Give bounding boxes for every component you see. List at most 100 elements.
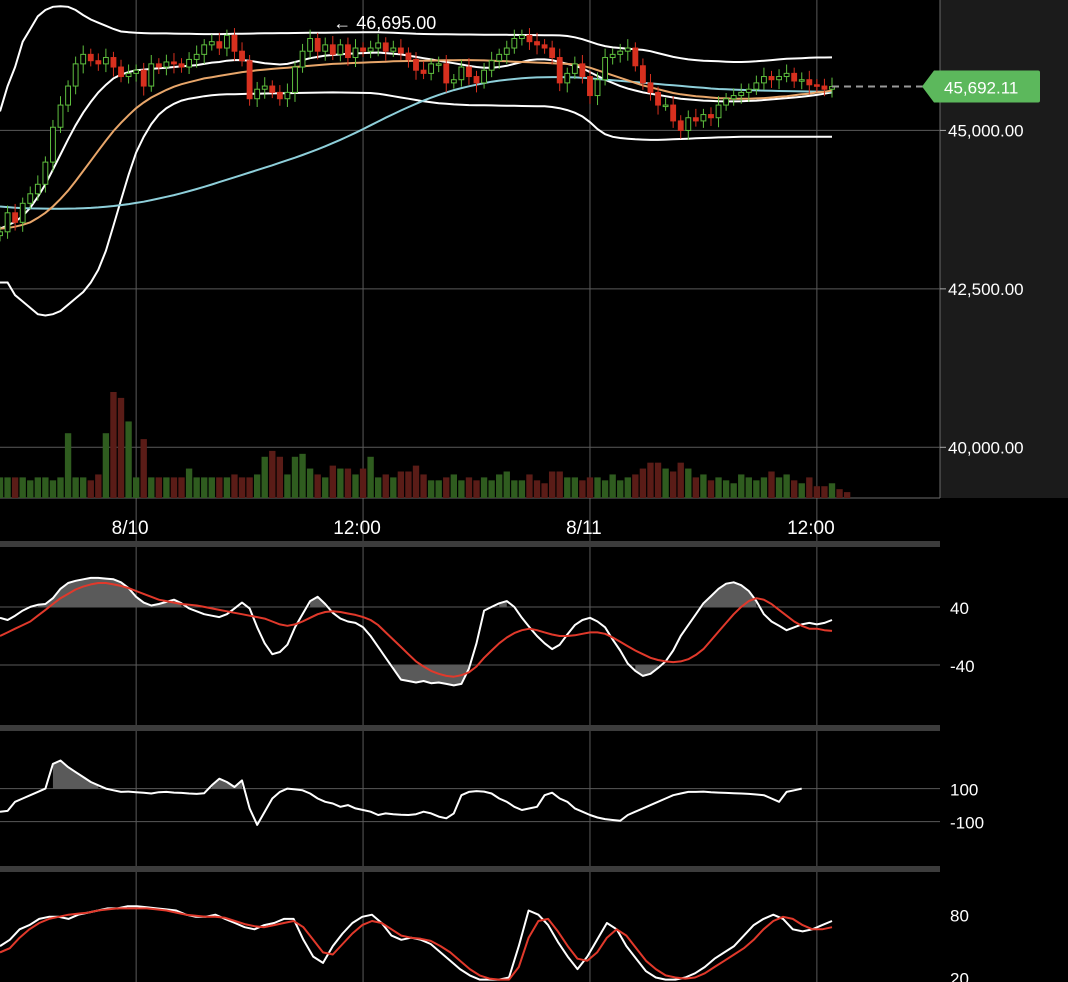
candle-body xyxy=(65,85,71,106)
volume-bar xyxy=(745,477,752,498)
volume-bar xyxy=(654,462,662,498)
volume-bar xyxy=(677,462,684,498)
candle-body xyxy=(798,79,805,82)
candle-body xyxy=(118,66,124,78)
candle-body xyxy=(821,85,828,90)
candle-body xyxy=(367,47,374,52)
candle-body xyxy=(692,117,699,122)
candle-body xyxy=(624,47,631,52)
candle-body xyxy=(307,38,314,52)
volume-bar xyxy=(72,477,79,498)
candle-body xyxy=(87,53,94,62)
candle-body xyxy=(299,50,306,68)
candle-body xyxy=(776,76,782,81)
volume-bar xyxy=(662,468,669,498)
volume-bar xyxy=(511,480,518,498)
volume-bar xyxy=(382,474,389,498)
candle-body xyxy=(662,104,669,108)
volume-bar xyxy=(276,456,284,498)
candle-body xyxy=(549,47,556,59)
candle-body xyxy=(163,61,170,68)
candle-body xyxy=(193,53,200,60)
candle-body xyxy=(254,88,261,100)
volume-bar xyxy=(246,477,253,498)
candle-body xyxy=(708,114,714,119)
volume-bar xyxy=(223,477,231,498)
candle-body xyxy=(269,85,276,93)
volume-bar xyxy=(783,474,790,498)
volume-bar xyxy=(496,474,503,498)
volume-bar xyxy=(375,477,382,498)
candle-body xyxy=(0,231,3,237)
candle-body xyxy=(730,95,737,100)
candle-body xyxy=(80,53,87,65)
trading-chart[interactable]: ← 46,695.00 8/10 12:00 8/11 12:00 45,000.00 4… xyxy=(0,0,1068,982)
candle-body xyxy=(42,161,49,185)
volume-bar xyxy=(57,477,64,498)
candle-body xyxy=(314,38,321,52)
y-tick-label: 40 xyxy=(950,599,969,618)
candle-body xyxy=(677,120,684,131)
volume-bar xyxy=(813,486,821,498)
volume-bar xyxy=(465,477,473,498)
volume-bar xyxy=(163,477,170,498)
volume-bar xyxy=(798,483,805,498)
candle-body xyxy=(443,63,450,84)
volume-bar xyxy=(306,468,314,498)
volume-bar xyxy=(639,468,647,498)
candle-body xyxy=(428,63,435,74)
candle-body xyxy=(12,212,19,223)
last-price-label: 45,692.11 xyxy=(944,79,1018,98)
candle-body xyxy=(435,63,442,66)
volume-bar xyxy=(609,474,616,498)
high-price-annotation: ← 46,695.00 xyxy=(333,13,436,33)
y-tick-label: -100 xyxy=(950,814,984,833)
volume-bar xyxy=(571,477,579,498)
volume-bar xyxy=(322,477,329,498)
x-tick-label: 12:00 xyxy=(787,518,835,539)
candle-body xyxy=(178,63,185,68)
candle-body xyxy=(171,61,177,65)
candle-body xyxy=(360,47,366,52)
volume-bar xyxy=(19,477,26,498)
volume-bar xyxy=(284,474,291,498)
volume-bar xyxy=(329,465,336,498)
volume-bar xyxy=(80,477,87,498)
y-tick-label: 40,000.00 xyxy=(948,438,1024,457)
candle-body xyxy=(761,76,767,84)
volume-bar xyxy=(700,474,707,498)
candle-body xyxy=(223,34,230,49)
candle-body xyxy=(27,193,34,204)
panel-separator xyxy=(0,725,940,731)
candle-body xyxy=(723,98,730,106)
candle-body xyxy=(34,183,41,195)
candle-body xyxy=(397,47,404,54)
candle-body xyxy=(632,47,639,67)
volume-bar xyxy=(753,480,760,498)
volume-bar xyxy=(269,450,276,498)
candle-body xyxy=(639,65,646,84)
candle-body xyxy=(594,79,601,97)
volume-bar xyxy=(722,480,730,498)
y-tick-label: 80 xyxy=(950,907,969,926)
x-tick-label: 8/11 xyxy=(566,518,602,539)
volume-bar xyxy=(4,477,11,498)
volume-bar xyxy=(140,439,147,498)
candle-body xyxy=(783,72,790,78)
volume-bar xyxy=(125,421,132,498)
candle-body xyxy=(216,41,223,49)
candle-body xyxy=(738,91,745,97)
candle-body xyxy=(420,69,427,74)
volume-bar xyxy=(548,471,556,498)
volume-bar xyxy=(760,477,768,498)
candle-body xyxy=(450,79,457,84)
volume-bar xyxy=(185,468,193,498)
volume-bar xyxy=(579,480,586,498)
candle-body xyxy=(276,91,283,100)
volume-bar xyxy=(11,477,19,498)
volume-bar xyxy=(564,477,571,498)
candle-body xyxy=(526,34,533,43)
candle-body xyxy=(813,84,820,87)
candle-body xyxy=(375,42,382,49)
volume-bar xyxy=(843,492,851,498)
